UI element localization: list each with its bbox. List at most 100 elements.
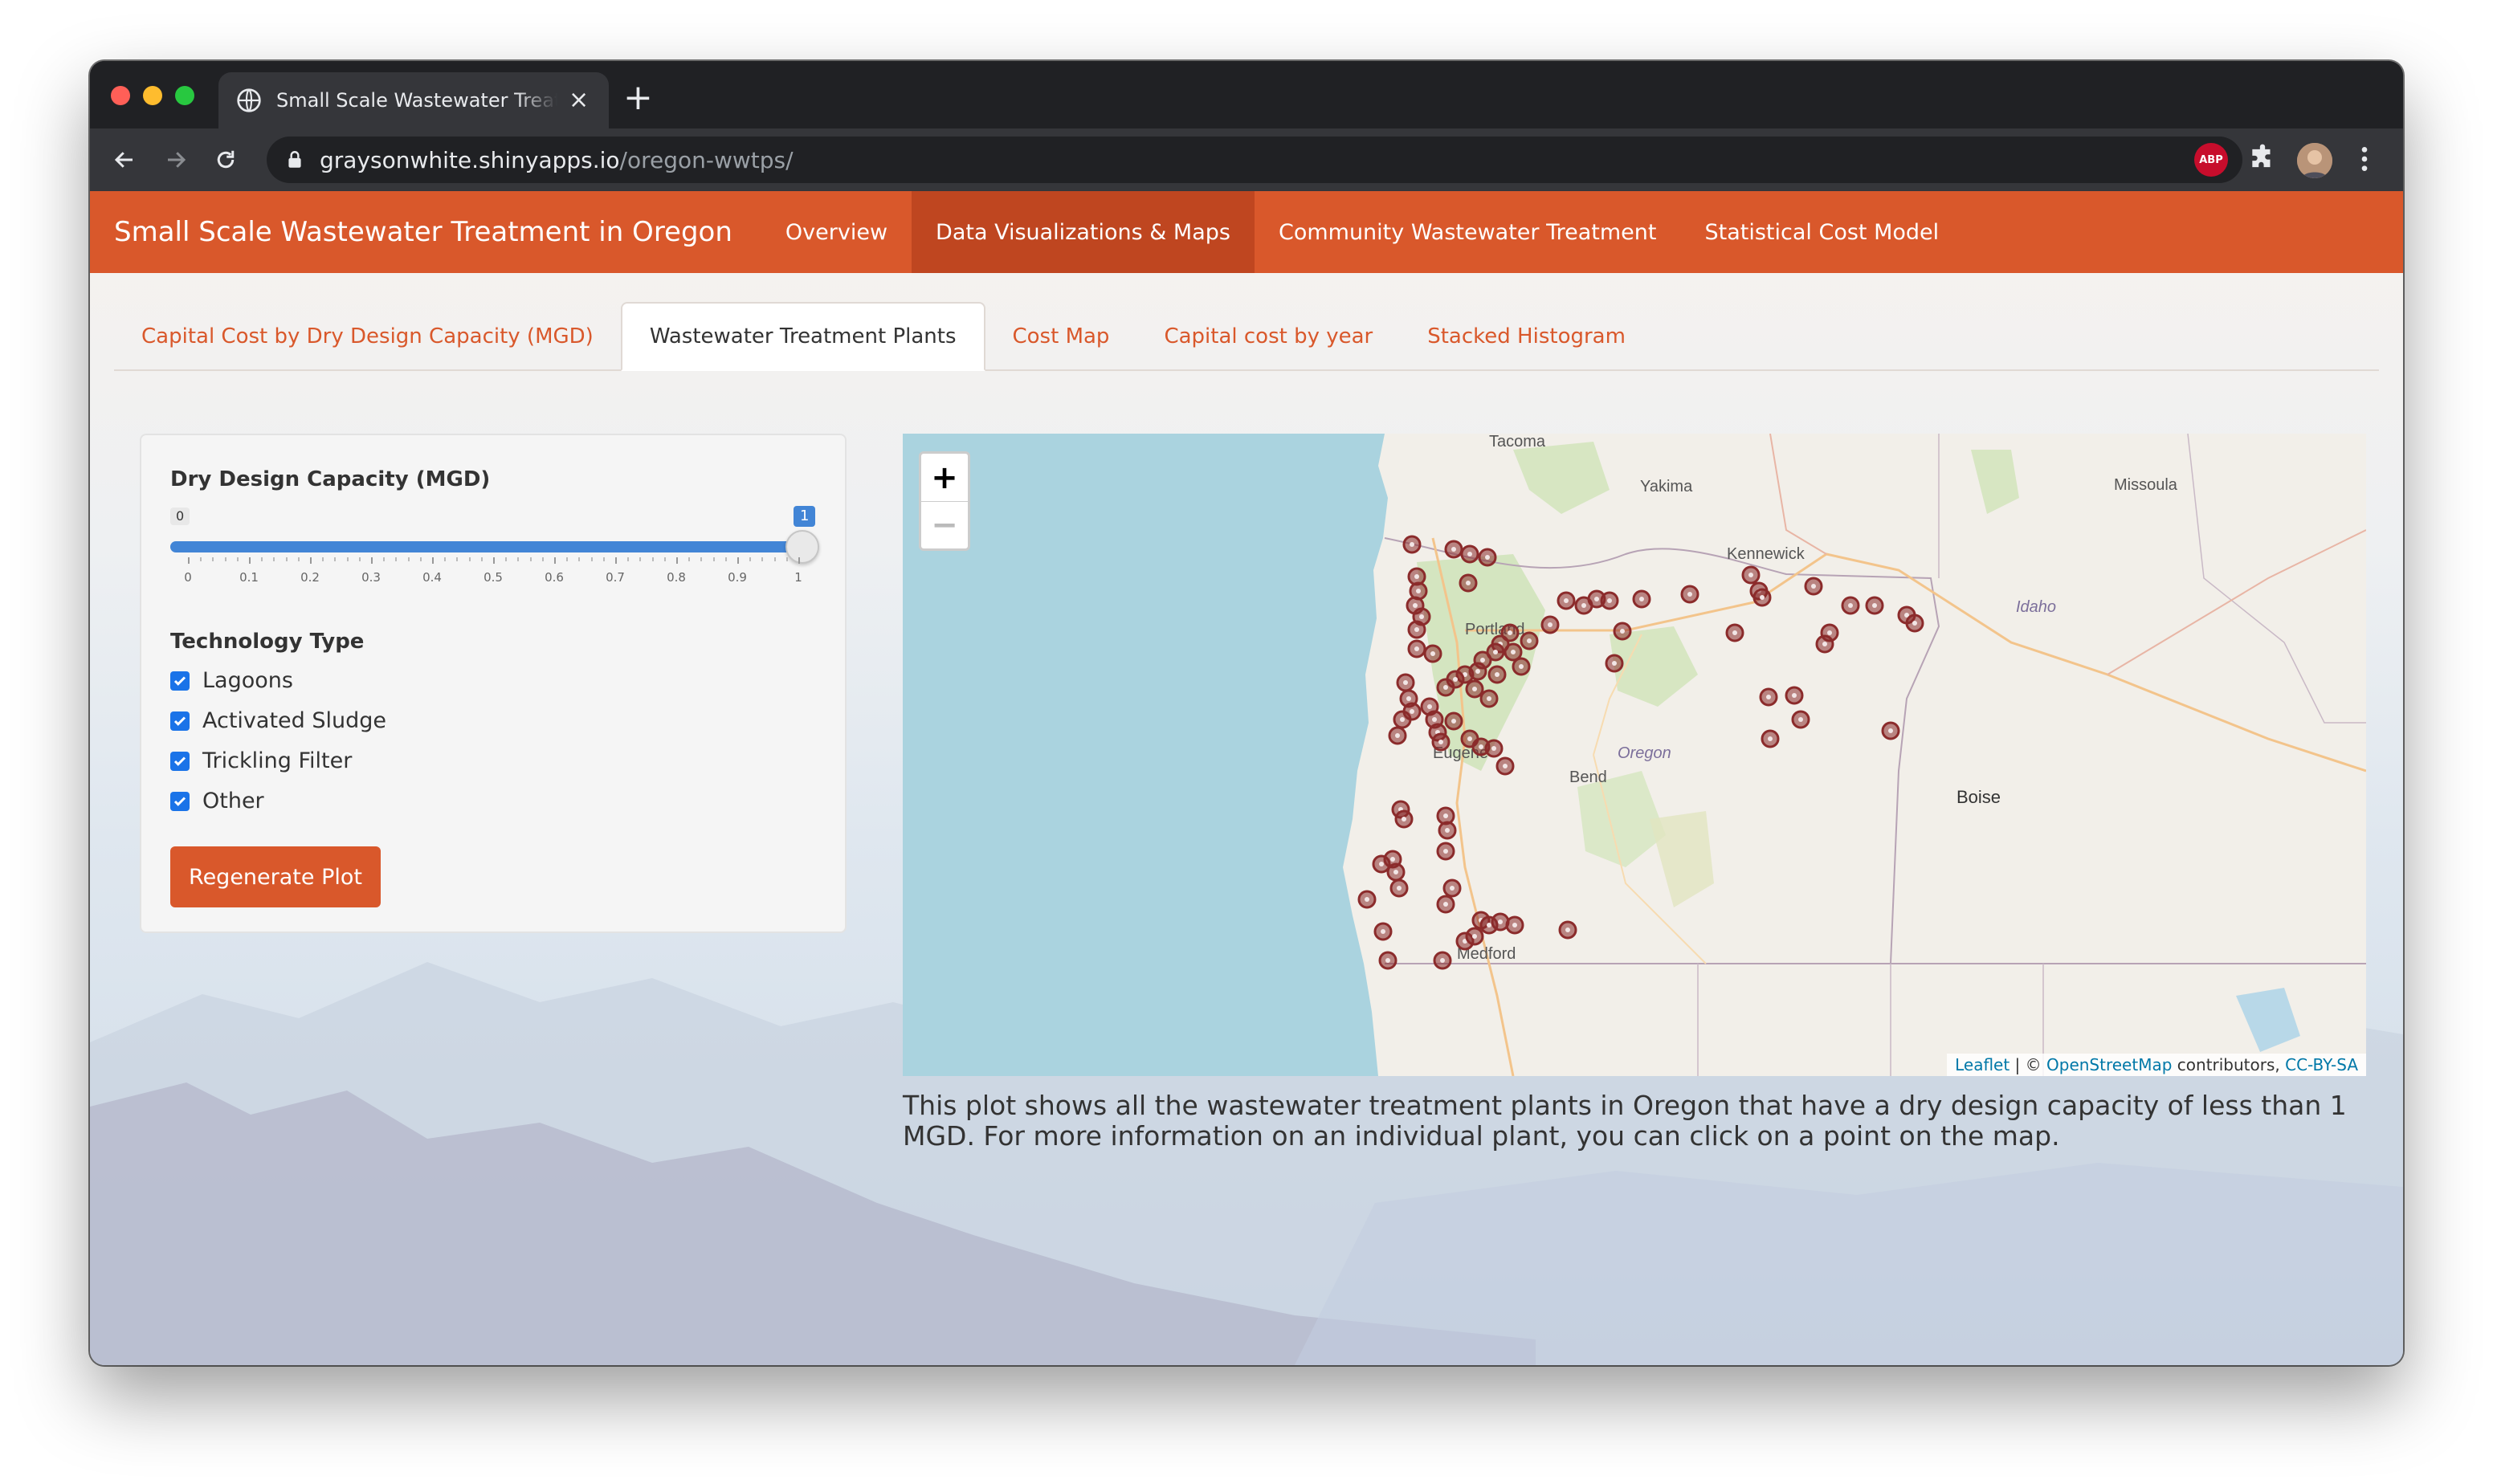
extensions-puzzle-icon[interactable] xyxy=(2247,143,2278,173)
app-brand[interactable]: Small Scale Wastewater Treatment in Oreg… xyxy=(114,216,732,248)
plant-marker-center xyxy=(1519,664,1524,669)
map-label-yakima: Yakima xyxy=(1640,478,1693,495)
maximize-window-button[interactable] xyxy=(175,86,194,105)
nav-data-visualizations[interactable]: Data Visualizations & Maps xyxy=(912,191,1255,273)
plant-marker-center xyxy=(1493,650,1498,654)
slider-tick xyxy=(346,557,349,561)
checkbox-activated-sludge[interactable]: Activated Sludge xyxy=(170,708,386,733)
regenerate-plot-button[interactable]: Regenerate Plot xyxy=(170,846,381,907)
tab-capital-cost-capacity[interactable]: Capital Cost by Dry Design Capacity (MGD… xyxy=(114,304,621,369)
map-label-tacoma: Tacoma xyxy=(1489,434,1546,450)
browser-tab[interactable]: Small Scale Wastewater Treatm × xyxy=(218,72,609,128)
plant-marker-center xyxy=(1760,595,1765,600)
slider-tick-label: 0.2 xyxy=(300,570,320,585)
slider-tick xyxy=(712,557,715,561)
slider-tick xyxy=(602,557,605,561)
adblock-extension-icon[interactable]: ABP xyxy=(2194,143,2228,177)
plant-marker-center xyxy=(1414,646,1419,651)
kebab-menu-icon[interactable] xyxy=(2348,143,2381,175)
zoom-in-button[interactable]: + xyxy=(921,454,968,501)
attribution-contrib: contributors, xyxy=(2172,1055,2286,1074)
slider-tick xyxy=(676,557,678,564)
plant-marker-center xyxy=(1443,849,1448,854)
map-tiles[interactable]: Tacoma Yakima Missoula Kennewick Idaho P… xyxy=(903,434,2366,1076)
plant-marker-center xyxy=(1491,746,1496,751)
new-tab-button[interactable]: + xyxy=(623,80,653,116)
plant-marker-center xyxy=(1467,552,1472,556)
plant-marker-center xyxy=(1467,736,1472,741)
checkbox-checked-icon[interactable] xyxy=(170,671,190,691)
plant-marker-center xyxy=(1798,717,1803,722)
osm-link[interactable]: OpenStreetMap xyxy=(2046,1055,2172,1074)
slider-tick xyxy=(249,557,251,564)
address-bar[interactable]: graysonwhite.shinyapps.io/oregon-wwtps/ xyxy=(267,137,2242,183)
nav-statistical-cost-model[interactable]: Statistical Cost Model xyxy=(1681,191,1964,273)
plant-marker-center xyxy=(1511,650,1516,654)
nav-community-wastewater[interactable]: Community Wastewater Treatment xyxy=(1255,191,1681,273)
checkbox-lagoons[interactable]: Lagoons xyxy=(170,668,293,693)
technology-type-label: Technology Type xyxy=(170,630,365,654)
tab-cost-map[interactable]: Cost Map xyxy=(985,304,1137,369)
plot-caption: This plot shows all the wastewater treat… xyxy=(903,1090,2347,1152)
checkbox-other[interactable]: Other xyxy=(170,789,264,813)
map-label-idaho: Idaho xyxy=(2016,598,2056,616)
plant-marker-center xyxy=(1379,862,1384,866)
slider-tick xyxy=(407,557,410,561)
slider-handle[interactable] xyxy=(785,530,819,564)
slider-tick xyxy=(578,557,581,561)
page-content: Small Scale Wastewater Treatment in Oreg… xyxy=(90,191,2403,1365)
plant-marker-center xyxy=(1485,555,1490,560)
slider-tick-label: 0.3 xyxy=(361,570,381,585)
plant-marker-center xyxy=(1432,717,1437,722)
tab-title: Small Scale Wastewater Treatm xyxy=(276,89,557,112)
profile-photo-icon xyxy=(2297,143,2332,178)
plant-marker-center xyxy=(1430,651,1435,656)
minimize-window-button[interactable] xyxy=(143,86,162,105)
forward-button[interactable] xyxy=(157,141,194,178)
plant-marker-center xyxy=(1732,630,1737,635)
slider-tick xyxy=(188,557,190,564)
plant-marker-center xyxy=(1466,581,1471,585)
reload-button[interactable] xyxy=(207,141,244,178)
checkbox-checked-icon[interactable] xyxy=(170,751,190,771)
slider-tick xyxy=(785,557,788,561)
license-link[interactable]: CC-BY-SA xyxy=(2285,1055,2358,1074)
browser-window: Small Scale Wastewater Treatm × + grayso… xyxy=(90,61,2403,1365)
tab-treatment-plants[interactable]: Wastewater Treatment Plants xyxy=(620,302,985,371)
close-tab-icon[interactable]: × xyxy=(569,88,589,112)
slider-tick xyxy=(517,557,520,561)
tab-stacked-histogram[interactable]: Stacked Histogram xyxy=(1400,304,1653,369)
globe-icon xyxy=(237,88,261,112)
close-window-button[interactable] xyxy=(111,86,130,105)
plant-marker-center xyxy=(1687,592,1692,597)
slider-tick xyxy=(432,557,434,564)
plant-marker-center xyxy=(1822,642,1827,646)
zoom-out-button[interactable]: − xyxy=(921,501,968,548)
map-label-boise: Boise xyxy=(1956,787,2001,807)
profile-avatar[interactable] xyxy=(2297,143,2332,178)
tab-capital-cost-year[interactable]: Capital cost by year xyxy=(1136,304,1400,369)
plant-marker-center xyxy=(1639,597,1644,601)
plant-marker-center xyxy=(1475,669,1480,674)
slider-tick xyxy=(358,557,361,561)
plant-marker-center xyxy=(1443,813,1448,818)
back-button[interactable] xyxy=(106,141,143,178)
slider-tick xyxy=(749,557,752,561)
slider-tick xyxy=(236,557,239,561)
nav-overview[interactable]: Overview xyxy=(761,191,912,273)
leaflet-link[interactable]: Leaflet xyxy=(1955,1055,2009,1074)
checkbox-checked-icon[interactable] xyxy=(170,791,190,811)
slider-tick-label: 0.6 xyxy=(545,570,564,585)
slider-track[interactable] xyxy=(170,541,802,552)
plant-marker-center xyxy=(1766,695,1771,699)
checkbox-checked-icon[interactable] xyxy=(170,711,190,731)
checkbox-trickling-filter[interactable]: Trickling Filter xyxy=(170,748,352,773)
capacity-slider[interactable]: 0 1 0 0.1 0.2 0.3 0.4 0.5 0.6 0.7 0.8 0.9 1 xyxy=(170,503,822,591)
slider-tick xyxy=(371,557,373,564)
plant-marker-center xyxy=(1827,630,1832,635)
leaflet-map[interactable]: Tacoma Yakima Missoula Kennewick Idaho P… xyxy=(903,434,2366,1076)
slider-tick xyxy=(627,557,630,561)
plant-marker-center xyxy=(1748,573,1753,577)
plant-marker-center xyxy=(1472,934,1477,939)
plant-marker-center xyxy=(1440,958,1445,963)
